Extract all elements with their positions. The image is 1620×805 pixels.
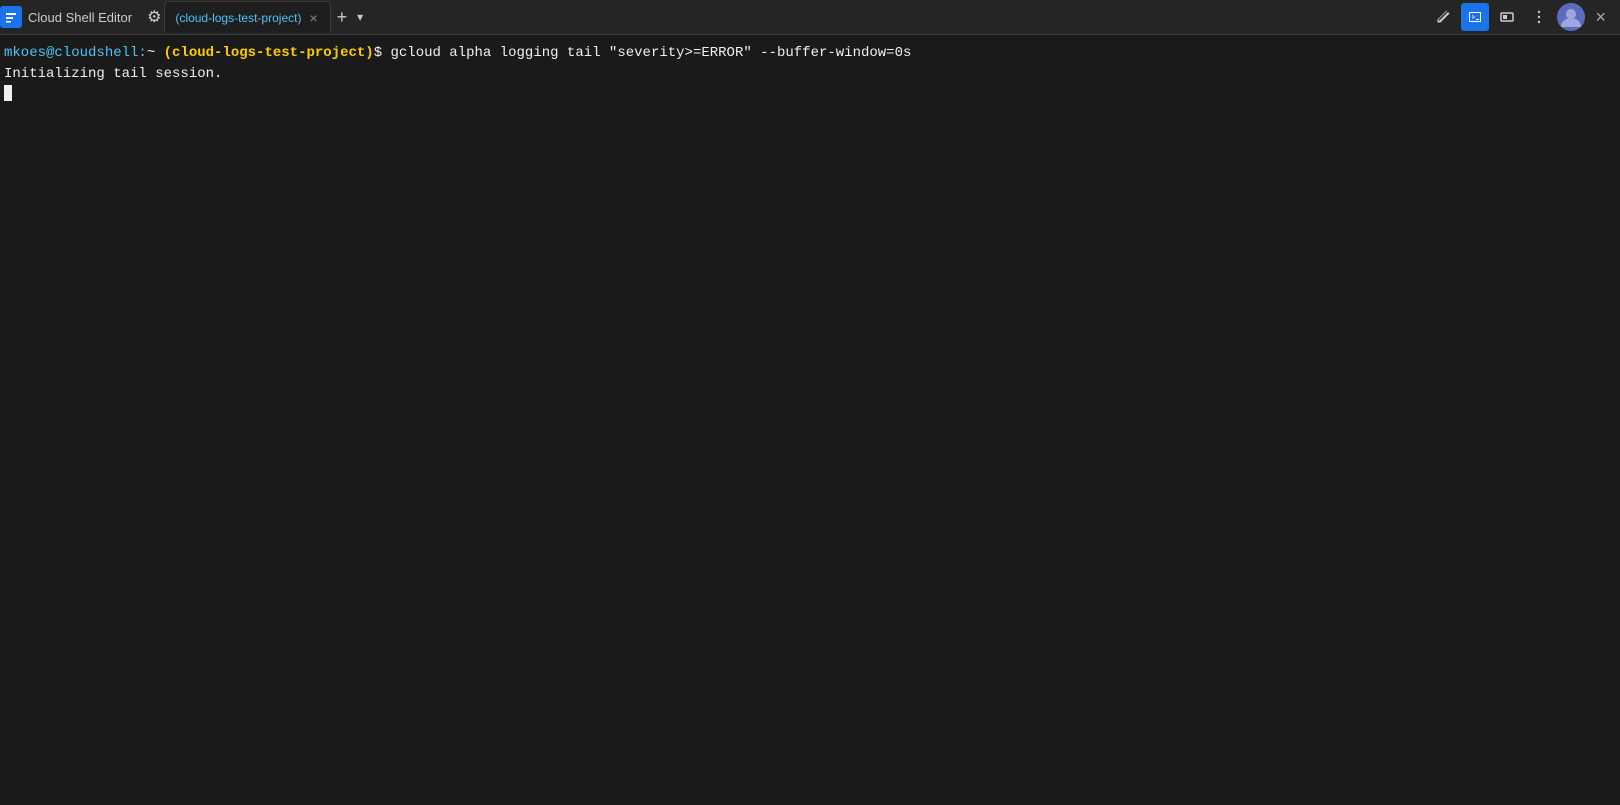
header-right-actions: ×: [1421, 3, 1620, 31]
terminal-cursor-line: [4, 85, 1616, 101]
more-options-button[interactable]: [1525, 3, 1553, 31]
tab-label: (cloud-logs-test-project): [175, 11, 301, 25]
app-logo-icon: [0, 6, 22, 28]
add-tab-button[interactable]: +: [331, 6, 354, 28]
terminal-cursor: [4, 85, 12, 101]
terminal-command-line: mkoes@cloudshell:~ (cloud-logs-test-proj…: [4, 43, 1616, 64]
prompt-tilde: ~: [147, 43, 155, 64]
app-title: Cloud Shell Editor: [28, 10, 132, 25]
terminal-command: gcloud alpha logging tail "severity>=ERR…: [382, 43, 911, 64]
terminal-output-line1: Initializing tail session.: [4, 64, 1616, 85]
prompt-project: (cloud-logs-test-project): [164, 43, 374, 64]
window-close-button[interactable]: ×: [1589, 4, 1612, 31]
terminal-icon-button[interactable]: [1461, 3, 1489, 31]
app-logo: Cloud Shell Editor: [0, 6, 132, 28]
terminal-area[interactable]: mkoes@cloudshell:~ (cloud-logs-test-proj…: [0, 35, 1620, 805]
app-header: Cloud Shell Editor ⚙ (cloud-logs-test-pr…: [0, 0, 1620, 35]
settings-icon[interactable]: ⚙: [144, 4, 164, 30]
user-avatar[interactable]: [1557, 3, 1585, 31]
prompt-space: [155, 43, 163, 64]
terminal-tab[interactable]: (cloud-logs-test-project) ×: [164, 1, 330, 33]
tab-close-button[interactable]: ×: [307, 10, 319, 26]
prompt-dollar: $: [374, 43, 382, 64]
pencil-icon-button[interactable]: [1429, 3, 1457, 31]
preview-icon-button[interactable]: [1493, 3, 1521, 31]
prompt-user: mkoes@cloudshell:: [4, 43, 147, 64]
tab-dropdown-button[interactable]: ▾: [353, 8, 367, 26]
